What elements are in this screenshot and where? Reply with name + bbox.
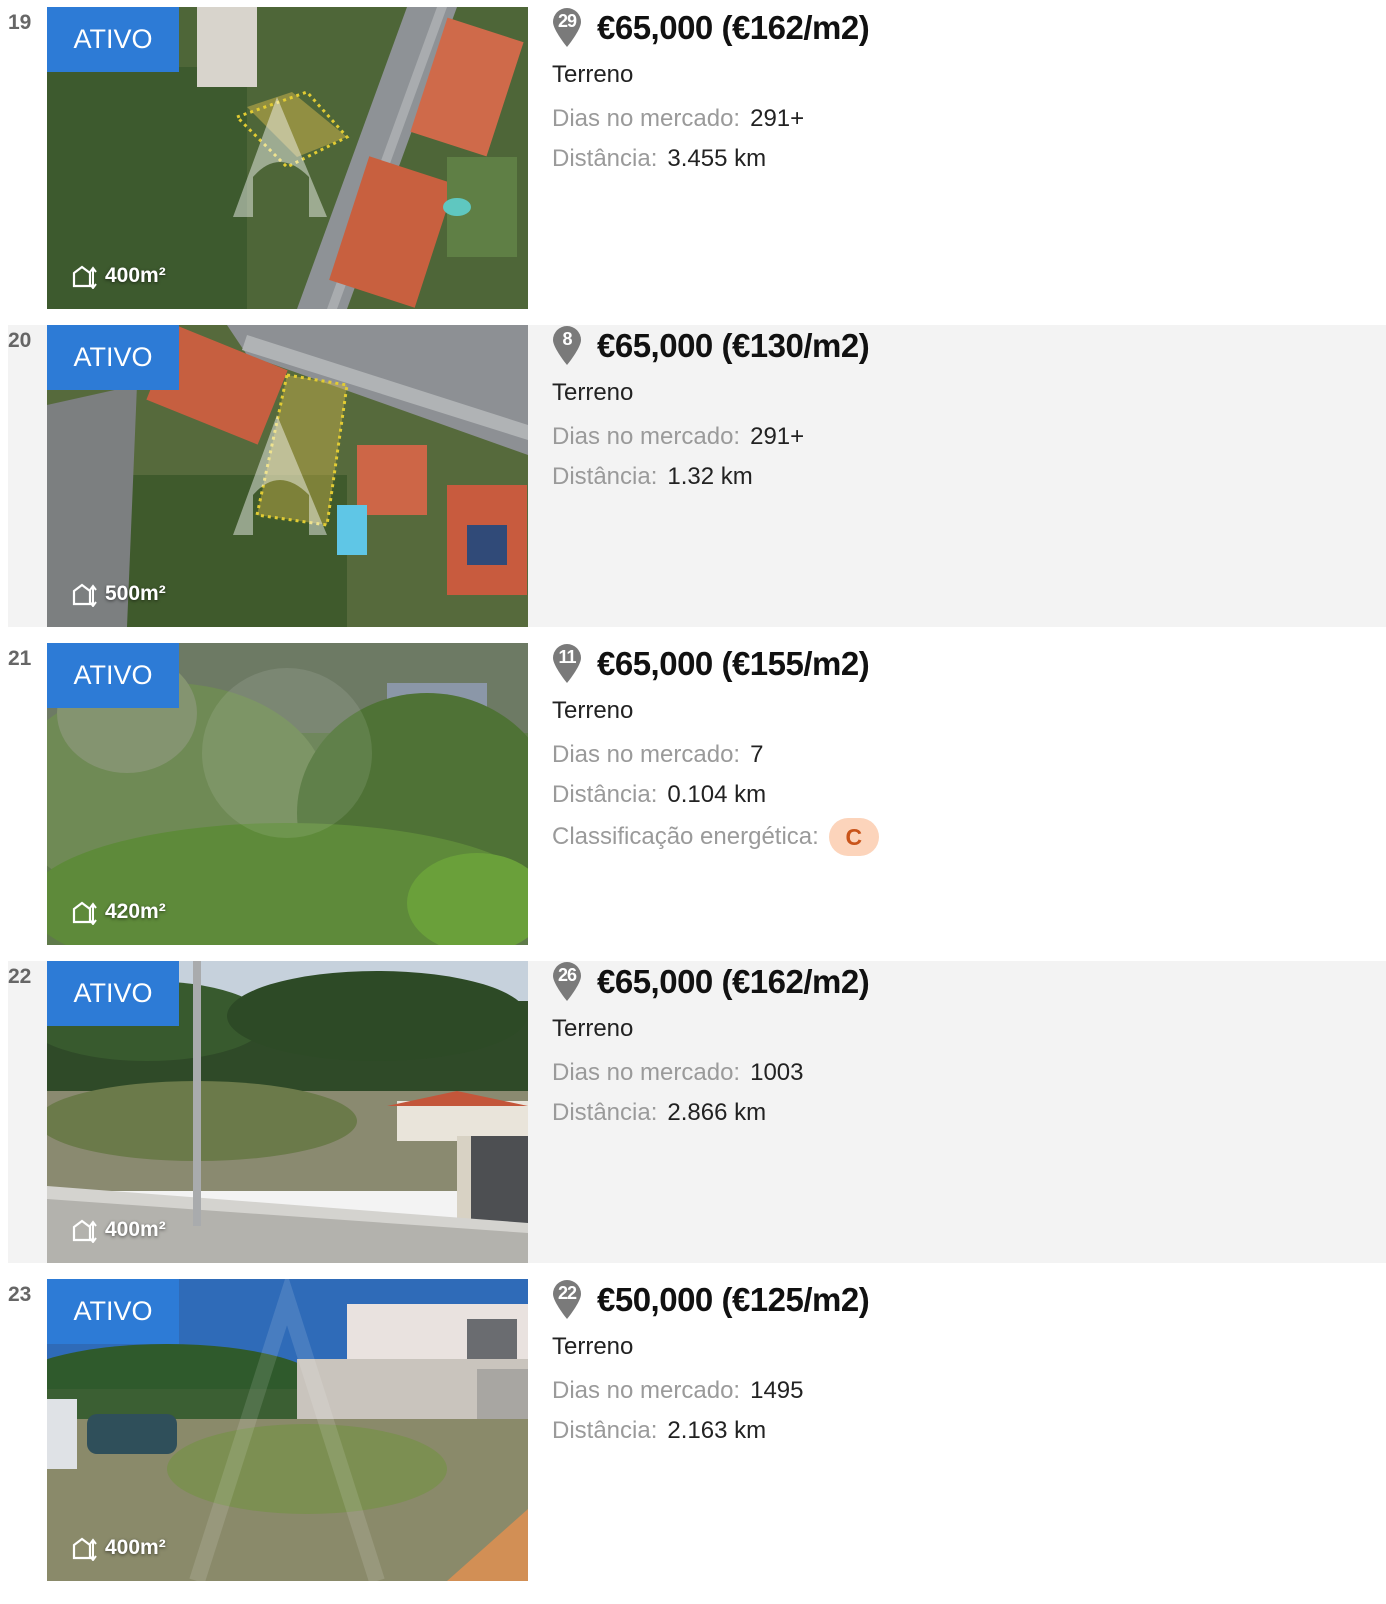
energy-rating: Classificação energética: C — [552, 818, 879, 856]
days-value: 291+ — [750, 105, 805, 132]
days-label: Dias no mercado: — [552, 423, 741, 450]
listing-rank: 19 — [8, 11, 32, 34]
area-icon — [72, 265, 97, 289]
distance-label: Distância: — [552, 1099, 658, 1126]
area-value: 400m² — [105, 1218, 166, 1241]
days-value: 7 — [750, 741, 764, 768]
listing-photo[interactable]: ATIVO 400m² — [47, 961, 528, 1263]
listing-price[interactable]: €65,000 (€162/m2) — [597, 963, 870, 1001]
listing-rank: 22 — [8, 965, 32, 988]
distance-value: 2.163 km — [667, 1417, 767, 1444]
days-on-market: Dias no mercado: 7 — [552, 741, 763, 769]
property-type: Terreno — [552, 379, 634, 406]
area-label: 400m² — [71, 1535, 166, 1561]
listing-price[interactable]: €65,000 (€162/m2) — [597, 9, 870, 47]
distance: Distância: 2.163 km — [552, 1417, 766, 1445]
area-icon — [72, 901, 97, 925]
property-type: Terreno — [552, 1333, 634, 1360]
distance-value: 3.455 km — [667, 145, 767, 172]
pin-number: 11 — [558, 647, 576, 667]
listing-rank: 20 — [8, 329, 32, 352]
distance: Distância: 0.104 km — [552, 781, 766, 809]
energy-badge: C — [828, 818, 879, 856]
price-row: 29 €65,000 (€162/m2) — [552, 7, 870, 49]
pin-number: 22 — [557, 1283, 577, 1303]
map-pin-icon[interactable]: 26 — [552, 962, 582, 1002]
pin-number: 29 — [557, 11, 577, 31]
listing-price[interactable]: €65,000 (€155/m2) — [597, 645, 870, 683]
listing-card[interactable]: 19 ATIVO 400m² 29 €65,000 (€162/m2) Terr… — [8, 7, 1386, 309]
area-label: 500m² — [71, 581, 166, 607]
area-value: 400m² — [105, 264, 166, 287]
area-value: 420m² — [105, 900, 166, 923]
listing-rank: 21 — [8, 647, 32, 670]
area-icon — [72, 1219, 97, 1243]
status-badge: ATIVO — [47, 325, 179, 390]
area-icon — [72, 1537, 97, 1561]
price-row: 26 €65,000 (€162/m2) — [552, 961, 870, 1003]
distance-value: 0.104 km — [667, 781, 767, 808]
status-badge: ATIVO — [47, 1279, 179, 1344]
area-value: 400m² — [105, 1536, 166, 1559]
energy-label: Classificação energética: — [552, 823, 819, 850]
map-pin-icon[interactable]: 11 — [552, 644, 582, 684]
listing-photo[interactable]: ATIVO 400m² — [47, 1279, 528, 1581]
distance: Distância: 1.32 km — [552, 463, 753, 491]
days-value: 1003 — [750, 1059, 804, 1086]
listing-price[interactable]: €50,000 (€125/m2) — [597, 1281, 870, 1319]
distance-value: 1.32 km — [667, 463, 753, 490]
distance: Distância: 3.455 km — [552, 145, 766, 173]
days-label: Dias no mercado: — [552, 1377, 741, 1404]
distance-label: Distância: — [552, 145, 658, 172]
listing-photo[interactable]: ATIVO 420m² — [47, 643, 528, 945]
distance: Distância: 2.866 km — [552, 1099, 766, 1127]
days-on-market: Dias no mercado: 291+ — [552, 423, 804, 451]
pin-number: 8 — [562, 329, 572, 349]
days-value: 291+ — [750, 423, 805, 450]
listing-card[interactable]: 22 ATIVO 400m² 26 €65,000 (€162/m2) Terr… — [8, 961, 1386, 1263]
listing-photo[interactable]: ATIVO 500m² — [47, 325, 528, 627]
days-value: 1495 — [750, 1377, 804, 1404]
price-row: 22 €50,000 (€125/m2) — [552, 1279, 870, 1321]
status-badge: ATIVO — [47, 7, 179, 72]
property-type: Terreno — [552, 697, 634, 724]
listing-price[interactable]: €65,000 (€130/m2) — [597, 327, 870, 365]
area-value: 500m² — [105, 582, 166, 605]
map-pin-icon[interactable]: 22 — [552, 1280, 582, 1320]
listing-photo[interactable]: ATIVO 400m² — [47, 7, 528, 309]
days-on-market: Dias no mercado: 1003 — [552, 1059, 803, 1087]
property-type: Terreno — [552, 61, 634, 88]
area-icon — [72, 583, 97, 607]
listing-card[interactable]: 21 ATIVO 420m² 11 €65,000 (€155/m2) Terr… — [8, 643, 1386, 945]
property-type: Terreno — [552, 1015, 634, 1042]
distance-label: Distância: — [552, 1417, 658, 1444]
status-badge: ATIVO — [47, 643, 179, 708]
distance-label: Distância: — [552, 781, 658, 808]
distance-value: 2.866 km — [667, 1099, 767, 1126]
days-label: Dias no mercado: — [552, 105, 741, 132]
map-pin-icon[interactable]: 8 — [552, 326, 582, 366]
area-label: 400m² — [71, 1217, 166, 1243]
area-label: 420m² — [71, 899, 166, 925]
map-pin-icon[interactable]: 29 — [552, 8, 582, 48]
listing-rank: 23 — [8, 1283, 32, 1306]
price-row: 11 €65,000 (€155/m2) — [552, 643, 870, 685]
status-badge: ATIVO — [47, 961, 179, 1026]
listing-card[interactable]: 23 ATIVO 400m² 22 €50,000 (€125/m2) Terr… — [8, 1279, 1386, 1581]
distance-label: Distância: — [552, 463, 658, 490]
days-label: Dias no mercado: — [552, 1059, 741, 1086]
listing-card[interactable]: 20 ATIVO 500m² 8 €65,000 (€130/m2) Terre… — [8, 325, 1386, 627]
area-label: 400m² — [71, 263, 166, 289]
days-on-market: Dias no mercado: 291+ — [552, 105, 804, 133]
days-on-market: Dias no mercado: 1495 — [552, 1377, 803, 1405]
days-label: Dias no mercado: — [552, 741, 741, 768]
pin-number: 26 — [557, 965, 577, 985]
price-row: 8 €65,000 (€130/m2) — [552, 325, 870, 367]
